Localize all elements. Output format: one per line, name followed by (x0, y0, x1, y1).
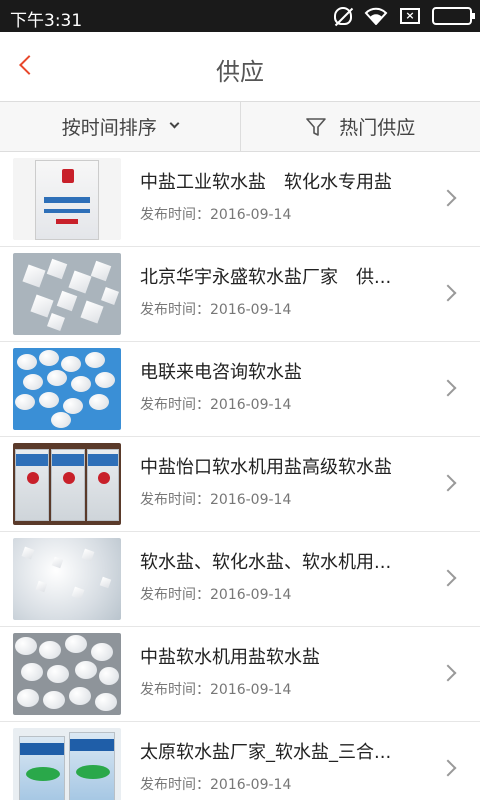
product-image (13, 348, 121, 430)
no-sim-icon: × (400, 8, 420, 24)
item-date: 发布时间：2016-09-14 (140, 492, 292, 508)
status-bar: 下午3:31 × (0, 0, 480, 32)
product-image (13, 158, 121, 240)
chevron-right-icon (439, 664, 457, 682)
product-image (13, 443, 121, 525)
item-title: 电联来电咨询软水盐 (140, 362, 302, 383)
hot-supply-label: 热门供应 (339, 117, 416, 139)
item-date: 发布时间：2016-09-14 (140, 207, 292, 223)
chevron-right-icon (439, 284, 457, 302)
back-button[interactable] (14, 52, 42, 82)
app-header: 供应 (0, 32, 480, 102)
battery-icon (432, 7, 475, 25)
item-date: 发布时间：2016-09-14 (140, 302, 292, 318)
wifi-icon (364, 7, 388, 25)
chevron-right-icon (439, 379, 457, 397)
product-image (13, 253, 121, 335)
chevron-left-icon (19, 55, 39, 75)
list-item[interactable]: 中盐怡口软水机用盐高级软水盐 发布时间：2016-09-14 (0, 437, 480, 532)
item-title: 太原软水盐厂家_软水盐_三合... (140, 742, 392, 763)
sort-by-time-filter[interactable]: 按时间排序 (0, 102, 240, 151)
page-title: 供应 (216, 58, 264, 86)
supply-list: 中盐工业软水盐 软化水专用盐 发布时间：2016-09-14 北京华宇永盛软水盐… (0, 152, 480, 800)
chevron-down-icon (169, 118, 180, 129)
item-title: 北京华宇永盛软水盐厂家 供... (140, 267, 392, 288)
chevron-right-icon (439, 569, 457, 587)
item-date: 发布时间：2016-09-14 (140, 587, 292, 603)
sort-by-time-label: 按时间排序 (61, 117, 157, 139)
alarm-off-icon (334, 7, 352, 25)
chevron-right-icon (439, 474, 457, 492)
chevron-right-icon (439, 189, 457, 207)
list-item[interactable]: 太原软水盐厂家_软水盐_三合... 发布时间：2016-09-14 (0, 722, 480, 800)
chevron-right-icon (439, 759, 457, 777)
list-item[interactable]: 软水盐、软化水盐、软水机用... 发布时间：2016-09-14 (0, 532, 480, 627)
item-title: 中盐软水机用盐软水盐 (140, 647, 320, 668)
item-title: 中盐工业软水盐 软化水专用盐 (140, 172, 392, 193)
list-item[interactable]: 北京华宇永盛软水盐厂家 供... 发布时间：2016-09-14 (0, 247, 480, 342)
funnel-icon (306, 117, 327, 136)
hot-supply-filter[interactable]: 热门供应 (239, 102, 480, 151)
filter-bar: 按时间排序 热门供应 (0, 102, 480, 152)
item-date: 发布时间：2016-09-14 (140, 682, 292, 698)
product-image (13, 728, 121, 800)
list-item[interactable]: 中盐软水机用盐软水盐 发布时间：2016-09-14 (0, 627, 480, 722)
item-date: 发布时间：2016-09-14 (140, 777, 292, 793)
list-item[interactable]: 电联来电咨询软水盐 发布时间：2016-09-14 (0, 342, 480, 437)
item-title: 软水盐、软化水盐、软水机用... (140, 552, 392, 573)
item-date: 发布时间：2016-09-14 (140, 397, 292, 413)
product-image (13, 633, 121, 715)
list-item[interactable]: 中盐工业软水盐 软化水专用盐 发布时间：2016-09-14 (0, 152, 480, 247)
item-title: 中盐怡口软水机用盐高级软水盐 (140, 457, 392, 478)
product-image (13, 538, 121, 620)
status-icons: × (334, 6, 475, 26)
status-time: 下午3:31 (10, 11, 83, 31)
